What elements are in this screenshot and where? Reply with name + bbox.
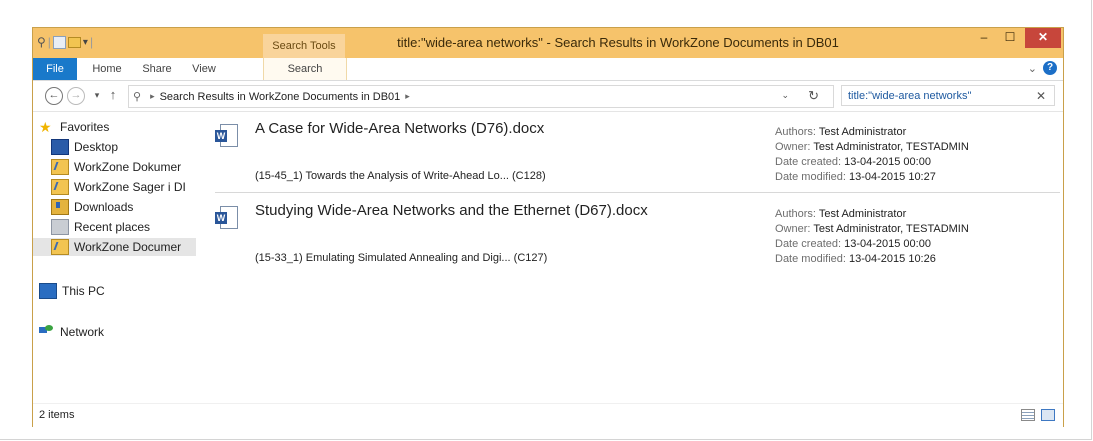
breadcrumb-separator-icon[interactable]: ▸ [405, 91, 410, 102]
nav-item-workzone-dokumenter[interactable]: WorkZone Dokumer [51, 158, 196, 176]
up-button[interactable]: ↑ [104, 87, 122, 105]
word-badge: W [215, 212, 227, 224]
word-document-icon: W [215, 206, 238, 230]
meta-label: Owner: [775, 223, 811, 235]
window-title: title:"wide-area networks" - Search Resu… [397, 35, 839, 50]
search-input[interactable]: title:"wide-area networks" ✕ [841, 85, 1055, 106]
nav-item-downloads[interactable]: Downloads [51, 198, 196, 216]
downloads-icon [51, 199, 69, 215]
word-document-icon: W [215, 124, 238, 148]
workzone-folder-icon [51, 239, 69, 255]
result-metadata: Authors: Test Administrator Owner: Test … [775, 207, 969, 267]
result-folder: (15-45_1) Towards the Analysis of Write-… [255, 170, 546, 182]
nav-item-workzone-sager[interactable]: WorkZone Sager i DI [51, 178, 196, 196]
meta-value: Test Administrator [818, 126, 907, 138]
meta-label: Date created: [775, 238, 842, 250]
computer-icon [39, 283, 57, 299]
result-metadata: Authors: Test Administrator Owner: Test … [775, 125, 969, 185]
search-results-pane: W A Case for Wide-Area Networks (D76).do… [205, 112, 1063, 403]
address-field[interactable]: ⚲ ▸ Search Results in WorkZone Documents… [128, 85, 834, 108]
maximize-button[interactable]: ☐ [997, 28, 1023, 48]
tab-search[interactable]: Search [263, 58, 347, 80]
meta-value: Test Administrator, TESTADMIN [813, 223, 969, 235]
back-button[interactable]: ← [45, 87, 63, 105]
tab-view[interactable]: View [185, 58, 223, 80]
help-icon[interactable]: ? [1043, 61, 1057, 75]
result-title[interactable]: Studying Wide-Area Networks and the Ethe… [255, 202, 648, 219]
nav-item-label: Desktop [74, 140, 119, 154]
nav-item-recent-places[interactable]: Recent places [51, 218, 196, 236]
refresh-icon[interactable]: ↻ [808, 88, 819, 104]
meta-value: 13-04-2015 00:00 [844, 238, 931, 250]
breadcrumb-current[interactable]: Search Results in WorkZone Documents in … [160, 91, 401, 103]
nav-this-pc[interactable]: This PC [39, 282, 196, 300]
word-badge: W [215, 130, 227, 142]
meta-label: Date created: [775, 156, 842, 168]
desktop-icon [51, 139, 69, 155]
recent-places-icon [51, 219, 69, 235]
nav-favorites[interactable]: ★ Favorites [39, 118, 196, 136]
nav-network[interactable]: Network [39, 323, 196, 341]
view-switcher [1021, 409, 1055, 421]
search-query[interactable]: title:"wide-area networks" [848, 90, 971, 102]
meta-label: Authors: [775, 126, 816, 138]
address-dropdown-icon[interactable]: ⌄ [781, 90, 789, 101]
meta-label: Authors: [775, 208, 816, 220]
details-view-icon[interactable] [1021, 409, 1035, 421]
search-location-icon: ⚲ [133, 91, 142, 103]
list-item[interactable]: W A Case for Wide-Area Networks (D76).do… [215, 120, 1060, 193]
nav-this-pc-label: This PC [62, 284, 105, 298]
tab-home[interactable]: Home [87, 58, 127, 80]
meta-value: 13-04-2015 10:27 [849, 171, 936, 183]
nav-item-workzone-documents[interactable]: WorkZone Documer [33, 238, 196, 256]
meta-label: Date modified: [775, 253, 846, 265]
explorer-body: ★ Favorites Desktop WorkZone Dokumer Wor… [33, 112, 1063, 403]
navigation-pane: ★ Favorites Desktop WorkZone Dokumer Wor… [33, 112, 196, 403]
result-title[interactable]: A Case for Wide-Area Networks (D76).docx [255, 120, 544, 137]
forward-button[interactable]: → [67, 87, 85, 105]
meta-value: Test Administrator, TESTADMIN [813, 141, 969, 153]
title-bar: ⚲ | ▾ | Search Tools title:"wide-area ne… [33, 28, 1063, 58]
nav-item-label: Recent places [74, 220, 151, 234]
meta-value: 13-04-2015 00:00 [844, 156, 931, 168]
meta-value: 13-04-2015 10:26 [849, 253, 936, 265]
nav-item-desktop[interactable]: Desktop [51, 138, 196, 156]
close-button[interactable]: ✕ [1025, 28, 1061, 48]
minimize-button[interactable]: – [971, 28, 997, 48]
nav-item-label: WorkZone Documer [74, 240, 182, 254]
nav-favorites-label: Favorites [60, 120, 110, 134]
tab-share[interactable]: Share [137, 58, 177, 80]
address-bar: ← → ▾ ↑ ⚲ ▸ Search Results in WorkZone D… [33, 81, 1063, 112]
nav-item-label: WorkZone Sager i DI [74, 180, 186, 194]
tab-file[interactable]: File [33, 58, 77, 80]
meta-label: Date modified: [775, 171, 846, 183]
expand-ribbon-icon[interactable]: ⌄ [1028, 62, 1037, 75]
large-icons-view-icon[interactable] [1041, 409, 1055, 421]
workzone-folder-icon [51, 159, 69, 175]
list-item[interactable]: W Studying Wide-Area Networks and the Et… [215, 202, 1060, 274]
ribbon-tab-bar: File Home Share View Search ⌄ ? [33, 58, 1063, 81]
item-count: 2 items [39, 409, 75, 421]
ribbon-controls: ⌄ ? [1028, 61, 1057, 75]
workzone-folder-icon [51, 179, 69, 195]
meta-value: Test Administrator [818, 208, 907, 220]
nav-item-label: Downloads [74, 200, 134, 214]
star-icon: ★ [39, 119, 52, 135]
nav-item-label: WorkZone Dokumer [74, 160, 182, 174]
breadcrumb-separator-icon[interactable]: ▸ [150, 91, 155, 102]
meta-label: Owner: [775, 141, 811, 153]
explorer-window: ⚲ | ▾ | Search Tools title:"wide-area ne… [33, 28, 1063, 427]
clear-search-icon[interactable]: ✕ [1036, 89, 1046, 103]
nav-network-label: Network [60, 325, 105, 339]
status-bar: 2 items [33, 403, 1063, 427]
result-folder: (15-33_1) Emulating Simulated Annealing … [255, 252, 548, 264]
network-icon [39, 325, 55, 339]
